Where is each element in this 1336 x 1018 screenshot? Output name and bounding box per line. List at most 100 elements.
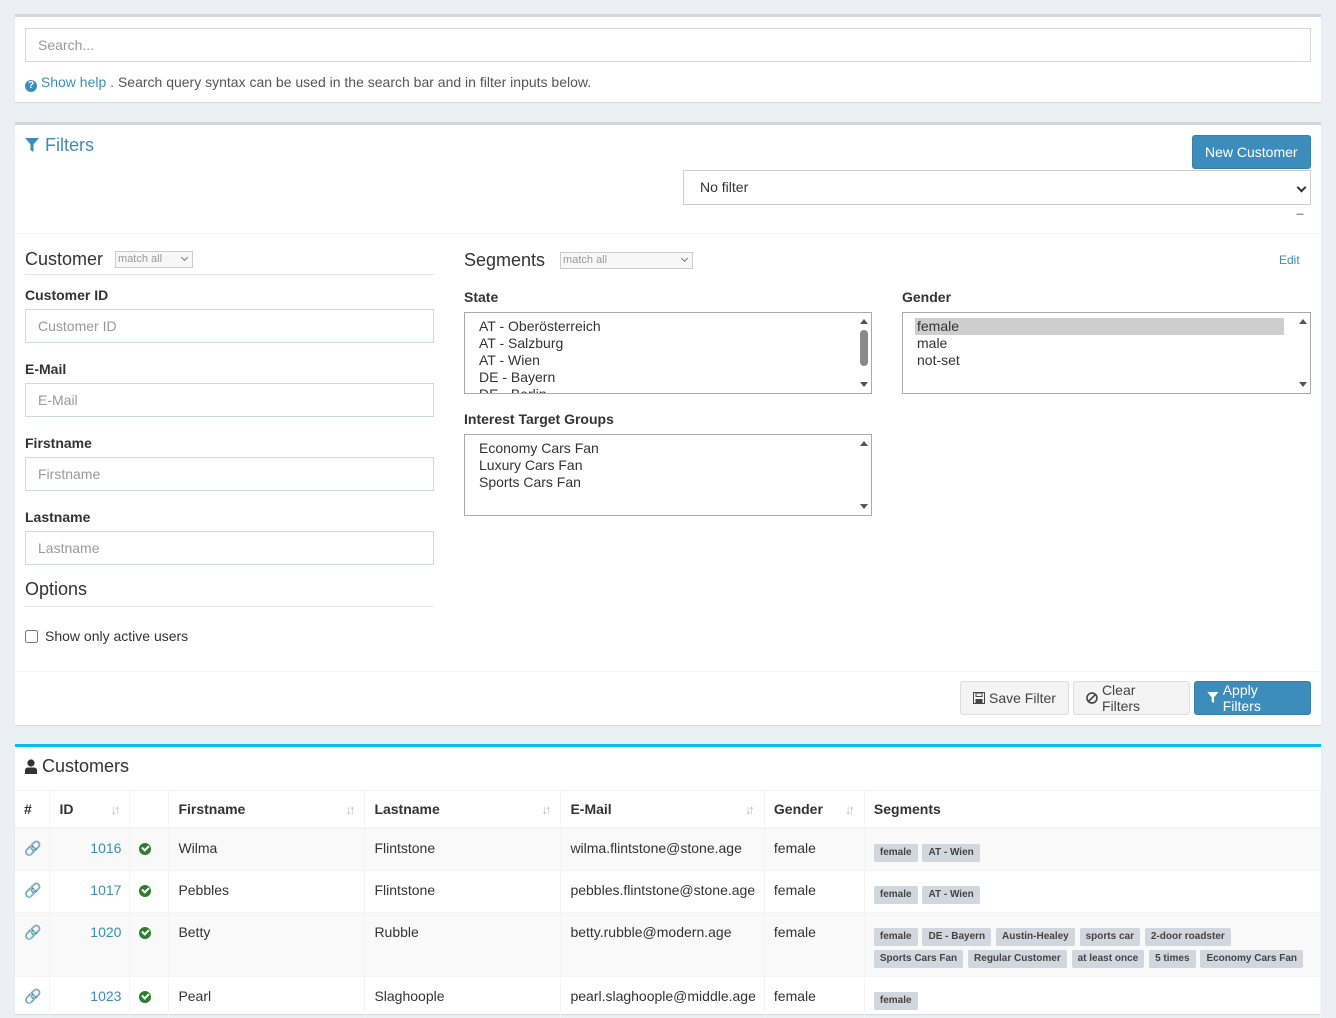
cell-lastname: Slaghoople: [364, 975, 562, 1018]
cell-firstname: Betty: [168, 911, 366, 976]
interest-option[interactable]: Sports Cars Fan: [479, 474, 857, 491]
chevron-down-icon: [681, 254, 689, 262]
state-label: State: [464, 289, 499, 305]
lastname-label: Lastname: [25, 509, 91, 525]
search-box: ? Show help . Search query syntax can be…: [15, 14, 1321, 102]
sort-icon[interactable]: ↓↑: [845, 802, 855, 817]
show-help-link[interactable]: Show help: [41, 74, 106, 90]
scroll-up-icon: [1299, 319, 1307, 324]
state-listbox[interactable]: AT - Oberösterreich AT - Salzburg AT - W…: [464, 312, 872, 394]
row-link-icon[interactable]: 🔗: [15, 911, 51, 976]
firstname-label: Firstname: [25, 435, 92, 451]
customer-id-label: Customer ID: [25, 287, 109, 303]
filters-box: Filters New Customer No filter − Custome…: [15, 122, 1321, 725]
row-link-icon[interactable]: 🔗: [15, 869, 51, 912]
state-option[interactable]: AT - Wien: [479, 352, 857, 369]
sort-icon[interactable]: ↓↑: [541, 802, 551, 817]
filter-select[interactable]: No filter: [683, 170, 1311, 205]
active-users-checkbox[interactable]: [25, 629, 38, 643]
customer-id-input[interactable]: [25, 309, 434, 343]
row-link-icon[interactable]: 🔗: [15, 975, 51, 1018]
cell-segments: female DE - Bayern Austin-Healey sports …: [864, 911, 1322, 976]
collapse-button[interactable]: −: [1296, 207, 1308, 221]
gender-option[interactable]: not-set: [917, 352, 1296, 369]
email-input[interactable]: [25, 383, 434, 417]
segments-section-title: Segments: [464, 249, 546, 270]
lastname-input[interactable]: [25, 531, 434, 565]
segments-match-select[interactable]: match all: [560, 251, 694, 269]
clear-filters-button[interactable]: Clear Filters: [1073, 681, 1190, 715]
state-option[interactable]: DE - Bayern: [479, 369, 857, 386]
scroll-down-icon: [860, 382, 868, 387]
state-scrollbar[interactable]: [857, 313, 871, 393]
cell-gender: female: [764, 975, 865, 1018]
customer-id-link[interactable]: 1016: [90, 840, 121, 856]
customer-match-select[interactable]: match all: [115, 251, 194, 268]
interest-option[interactable]: Luxury Cars Fan: [479, 457, 857, 474]
cell-firstname: Pebbles: [168, 869, 366, 912]
options-header: Options: [25, 579, 434, 607]
col-email[interactable]: E-Mail ↓↑: [560, 790, 765, 829]
sort-icon[interactable]: ↓↑: [745, 802, 755, 817]
state-option[interactable]: AT - Oberösterreich: [479, 318, 857, 335]
col-gender[interactable]: Gender ↓↑: [764, 790, 865, 829]
segment-tag: Sports Cars Fan: [873, 949, 964, 968]
segment-tag: DE - Bayern: [922, 927, 992, 946]
active-check-icon: [139, 884, 152, 897]
gender-listbox[interactable]: female male not-set: [902, 312, 1311, 394]
user-icon: [25, 759, 37, 774]
active-check-icon: [139, 990, 152, 1003]
search-input[interactable]: [25, 28, 1311, 62]
gender-scrollbar[interactable]: [1296, 313, 1310, 393]
col-id[interactable]: ID ↓↑: [49, 790, 131, 829]
customer-id-link[interactable]: 1017: [90, 882, 121, 898]
interest-scrollbar[interactable]: [857, 435, 871, 515]
gender-label: Gender: [902, 289, 952, 305]
cell-gender: female: [764, 869, 865, 912]
cell-lastname: Rubble: [364, 911, 562, 976]
cell-firstname: Wilma: [168, 827, 366, 870]
chevron-down-icon: [180, 253, 189, 262]
interest-option[interactable]: Economy Cars Fan: [479, 440, 857, 457]
filters-title[interactable]: Filters: [25, 135, 94, 156]
cell-firstname: Pearl: [168, 975, 366, 1018]
funnel-icon: [1207, 692, 1219, 704]
segment-tag: female: [873, 927, 918, 946]
customer-id-link[interactable]: 1023: [90, 988, 121, 1004]
gender-option[interactable]: male: [917, 335, 1296, 352]
interest-label: Interest Target Groups: [464, 411, 614, 427]
apply-filters-button[interactable]: Apply Filters: [1194, 681, 1311, 715]
col-lastname[interactable]: Lastname ↓↑: [364, 790, 562, 829]
segment-tag: 5 times: [1149, 949, 1196, 968]
col-hash: #: [15, 790, 51, 829]
segment-tag: female: [873, 843, 918, 862]
firstname-input[interactable]: [25, 457, 434, 491]
scroll-thumb[interactable]: [860, 330, 868, 366]
segments-edit-link[interactable]: Edit: [1279, 253, 1300, 267]
cell-lastname: Flintstone: [364, 827, 562, 870]
table-row: 🔗 1020 Betty Rubble betty.rubble@modern.…: [15, 911, 1322, 976]
active-users-option[interactable]: Show only active users: [25, 628, 188, 644]
state-option[interactable]: AT - Salzburg: [479, 335, 857, 352]
cell-lastname: Flintstone: [364, 869, 562, 912]
segment-tag: female: [873, 885, 918, 904]
customers-box: Customers # ID ↓↑ Firstname ↓↑ Lastname ↓↑ …: [15, 744, 1322, 1018]
state-option[interactable]: DE - Berlin: [479, 386, 857, 393]
cell-email: betty.rubble@modern.age: [560, 911, 765, 976]
segment-tag: AT - Wien: [922, 885, 980, 904]
customer-id-link[interactable]: 1020: [90, 924, 121, 940]
help-icon: ?: [25, 80, 37, 92]
col-status: [129, 790, 170, 829]
interest-listbox[interactable]: Economy Cars Fan Luxury Cars Fan Sports …: [464, 434, 872, 516]
segments-header: Segments match all: [464, 245, 1311, 275]
help-text: . Search query syntax can be used in the…: [110, 74, 592, 90]
gender-option-selected[interactable]: female: [915, 318, 1284, 335]
save-filter-button[interactable]: Save Filter: [960, 681, 1069, 715]
new-customer-button[interactable]: New Customer: [1192, 135, 1311, 169]
sort-icon[interactable]: ↓↑: [110, 802, 120, 817]
row-link-icon[interactable]: 🔗: [15, 827, 51, 870]
cell-gender: female: [764, 911, 865, 976]
col-firstname[interactable]: Firstname ↓↑: [168, 790, 366, 829]
sort-icon[interactable]: ↓↑: [345, 802, 355, 817]
floppy-icon: [973, 692, 985, 704]
